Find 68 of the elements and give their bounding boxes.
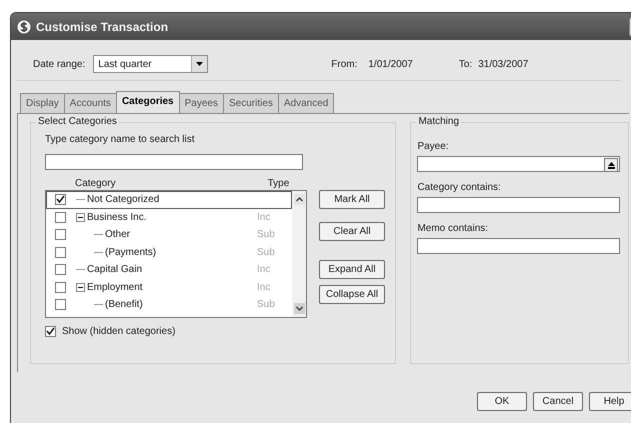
category-type: Inc [257,212,272,223]
checkbox[interactable] [55,246,66,258]
payee-label: Payee: [417,141,450,152]
from-date: 1/01/2007 [368,58,413,70]
category-name: Not Categorized [87,194,160,206]
tab[interactable]: Accounts [64,93,117,113]
tab[interactable]: Display [20,93,65,113]
checkbox[interactable] [55,299,66,310]
to-date: 31/03/2007 [478,58,528,70]
category-name: (Payments) [105,246,156,258]
scrollbar[interactable] [292,191,306,317]
memo-contains-field[interactable] [417,238,620,254]
list-action-button[interactable]: Expand All [319,260,385,279]
category-contains-field[interactable] [417,197,620,213]
memo-contains-label: Memo contains: [417,223,490,234]
tree-row[interactable]: Business Inc. Inc [46,208,292,226]
category-name: Other [105,229,130,240]
group-title: Matching [416,116,462,127]
date-range-label: Date range: [33,58,86,70]
scroll-down-icon[interactable] [294,303,304,314]
checkbox[interactable] [55,212,66,223]
category-contains-label: Category contains: [417,182,502,193]
tab[interactable]: Securities [222,93,279,113]
triangle-icon [608,162,614,168]
category-name: Business Inc. [87,212,146,223]
dollar-icon [17,20,31,34]
checkbox[interactable] [55,282,66,293]
category-type: Inc [257,282,272,293]
tree-row[interactable]: Employment Inc [46,278,292,296]
tree-row[interactable]: (Payments) Sub [46,244,292,261]
category-type: Sub [257,246,276,258]
tree-row[interactable]: Not Categorized [46,191,292,208]
tree-row[interactable]: Other Sub [46,226,292,244]
column-header: Category [75,178,116,190]
scroll-up-icon[interactable] [294,194,304,205]
payee-field[interactable] [417,156,620,172]
category-type: Inc [257,264,272,276]
category-type: Sub [257,299,276,310]
list-action-button[interactable]: Clear All [319,222,385,241]
category-name: Employment [87,282,143,293]
search-field[interactable] [45,154,303,170]
window-title: Customise Transaction [36,20,168,34]
category-type: Sub [257,229,276,240]
search-label: Type category name to search list [45,134,196,145]
from-label: From: [331,58,358,70]
tab[interactable]: Payees [178,93,224,113]
checkbox[interactable] [55,194,66,206]
checkbox[interactable] [55,264,66,276]
group-title: Select Categories [36,116,119,127]
dialog-button[interactable]: OK [477,392,527,411]
category-name: (Benefit) [105,299,143,310]
category-name: Capital Gain [87,264,142,276]
checkbox[interactable] [45,326,56,337]
tab[interactable]: Advanced [278,93,334,113]
to-label: To: [458,58,472,70]
tree-row[interactable]: Capital Gain Inc [46,261,292,278]
list-action-button[interactable]: Mark All [319,190,385,209]
tree-row[interactable]: (Benefit) Sub [46,296,292,314]
list-action-button[interactable]: Collapse All [319,285,385,304]
dropdown-arrow-icon [196,62,204,66]
dialog-button[interactable]: Cancel [533,392,583,411]
dialog-button[interactable]: Help [589,392,631,411]
checkbox-label: Show (hidden categories) [62,326,176,337]
collapse-icon[interactable] [76,282,85,292]
collapse-icon[interactable] [76,212,85,222]
checkbox[interactable] [55,229,66,240]
column-header: Type [268,178,290,190]
date-range-dropdown[interactable]: Last quarter [93,55,208,73]
